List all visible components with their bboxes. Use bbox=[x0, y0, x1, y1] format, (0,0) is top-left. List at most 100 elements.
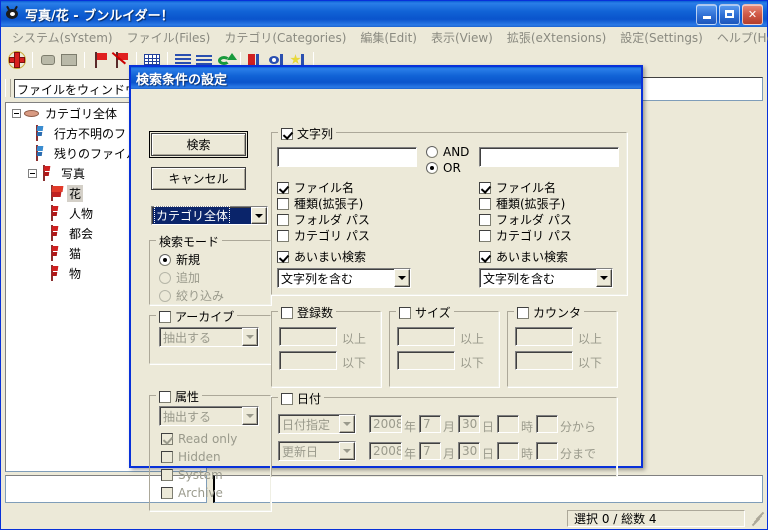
date-hour-input-1[interactable] bbox=[497, 415, 519, 433]
menu-item-system[interactable]: システム(sYstem) bbox=[5, 27, 120, 48]
menu-item-edit[interactable]: 編集(Edit) bbox=[353, 27, 424, 48]
menu-item-help[interactable]: ヘルプ(Help) bbox=[710, 27, 768, 48]
left-match-select[interactable]: 文字列を含む bbox=[277, 268, 411, 288]
size-checkbox[interactable] bbox=[399, 306, 411, 319]
counter-min-label: 以上 bbox=[578, 332, 603, 346]
radio-mode-add[interactable]: 追加 bbox=[159, 269, 200, 286]
toolbar-grip[interactable] bbox=[5, 79, 11, 97]
radio-operator-or[interactable]: OR bbox=[426, 161, 461, 175]
checkbox-right-category-path[interactable]: カテゴリ パス bbox=[479, 227, 572, 244]
menu-item-settings[interactable]: 設定(Settings) bbox=[613, 27, 710, 48]
date-minute-input-2[interactable] bbox=[536, 442, 558, 460]
chevron-down-icon[interactable] bbox=[339, 442, 355, 460]
menu-item-extensions[interactable]: 拡張(eXtensions) bbox=[500, 27, 613, 48]
tree-item-label: 物 bbox=[69, 266, 82, 281]
checkbox-right-extension[interactable]: 種類(拡張子) bbox=[479, 195, 565, 212]
date-month-input-2[interactable]: 7 bbox=[419, 442, 441, 460]
counter-checkbox[interactable] bbox=[517, 306, 529, 319]
checkbox-label: あいまい検索 bbox=[496, 250, 569, 264]
size-min-input[interactable] bbox=[397, 327, 455, 346]
checkbox-hidden[interactable]: Hidden bbox=[161, 450, 221, 464]
minimize-button[interactable] bbox=[696, 3, 717, 25]
expander-minus-icon[interactable] bbox=[28, 168, 37, 178]
checkbox-left-folder-path[interactable]: フォルダ パス bbox=[277, 211, 370, 228]
string-checkbox[interactable] bbox=[281, 127, 293, 140]
window-title: 写真/花 - ブンルイダー！ bbox=[25, 8, 174, 24]
checkbox-system[interactable]: System bbox=[161, 468, 223, 482]
tree-item-label: 残りのファイル bbox=[54, 146, 139, 161]
chevron-down-icon[interactable] bbox=[251, 207, 267, 224]
close-icon: ✕ bbox=[747, 7, 758, 21]
checkbox-left-filename[interactable]: ファイル名 bbox=[277, 179, 354, 196]
checkbox-icon bbox=[479, 213, 491, 226]
file-list-panel[interactable] bbox=[213, 475, 763, 503]
radio-icon bbox=[159, 253, 171, 266]
search-text-left-input[interactable] bbox=[277, 147, 417, 167]
radio-mode-new[interactable]: 新規 bbox=[159, 251, 200, 268]
size-max-input[interactable] bbox=[397, 351, 455, 370]
checkbox-read-only[interactable]: Read only bbox=[161, 432, 237, 446]
string-group-title: 文字列 bbox=[278, 125, 337, 142]
red-cross-add-icon[interactable] bbox=[7, 50, 27, 70]
checkbox-label: 種類(拡張子) bbox=[496, 197, 566, 211]
date-type-select-2[interactable]: 更新日 bbox=[278, 441, 356, 461]
checkbox-icon bbox=[479, 250, 491, 263]
gray-shape-icon[interactable] bbox=[59, 50, 79, 70]
radio-operator-and[interactable]: AND bbox=[426, 145, 469, 159]
expander-minus-icon[interactable] bbox=[12, 108, 21, 118]
count-max-input[interactable] bbox=[279, 351, 337, 370]
date-checkbox[interactable] bbox=[281, 392, 293, 405]
menu-item-categories[interactable]: カテゴリ(Categories) bbox=[217, 27, 353, 48]
date-minute-input-1[interactable] bbox=[536, 415, 558, 433]
archive-checkbox[interactable] bbox=[159, 310, 171, 323]
radio-icon bbox=[426, 162, 438, 174]
checkbox-left-category-path[interactable]: カテゴリ パス bbox=[277, 227, 370, 244]
menu-item-files[interactable]: ファイル(Files) bbox=[120, 27, 218, 48]
counter-min-input[interactable] bbox=[515, 327, 573, 346]
count-min-input[interactable] bbox=[279, 327, 337, 346]
search-text-right-input[interactable] bbox=[479, 147, 619, 167]
chevron-down-icon[interactable] bbox=[596, 269, 612, 287]
gray-tag-icon[interactable] bbox=[38, 50, 58, 70]
red-flag-delete-icon[interactable] bbox=[111, 50, 131, 70]
right-match-select[interactable]: 文字列を含む bbox=[479, 268, 613, 288]
date-year-input-2[interactable]: 2008 bbox=[369, 442, 402, 460]
date-month-label-1: 月 bbox=[443, 420, 456, 434]
chevron-down-icon[interactable] bbox=[242, 328, 258, 346]
chevron-down-icon[interactable] bbox=[242, 407, 258, 425]
checkbox-left-extension[interactable]: 種類(拡張子) bbox=[277, 195, 363, 212]
date-month-input-1[interactable]: 7 bbox=[419, 415, 441, 433]
archive-select[interactable]: 抽出する bbox=[159, 327, 259, 347]
checkbox-label: ファイル名 bbox=[294, 181, 355, 195]
size-min-label: 以上 bbox=[460, 332, 485, 346]
checkbox-archive-attr[interactable]: Archive bbox=[161, 486, 223, 500]
attributes-checkbox[interactable] bbox=[159, 390, 171, 403]
date-day-input-2[interactable]: 30 bbox=[458, 442, 480, 460]
counter-max-input[interactable] bbox=[515, 351, 573, 370]
menu-item-view[interactable]: 表示(View) bbox=[424, 27, 500, 48]
attributes-select[interactable]: 抽出する bbox=[159, 406, 259, 426]
resize-grip-icon[interactable] bbox=[749, 511, 765, 527]
dialog-title-bar: 検索条件の設定 bbox=[131, 67, 641, 89]
close-button[interactable]: ✕ bbox=[742, 3, 763, 25]
checkbox-left-fuzzy-search[interactable]: あいまい検索 bbox=[277, 248, 366, 265]
maximize-button[interactable] bbox=[719, 3, 740, 25]
cancel-button[interactable]: キャンセル bbox=[151, 167, 246, 190]
date-type-select-1[interactable]: 日付指定 bbox=[278, 414, 356, 434]
chevron-down-icon[interactable] bbox=[339, 415, 355, 433]
checkbox-right-filename[interactable]: ファイル名 bbox=[479, 179, 556, 196]
checkbox-icon bbox=[277, 197, 289, 210]
red-flag-icon bbox=[48, 245, 63, 261]
date-year-input-1[interactable]: 2008 bbox=[369, 415, 402, 433]
counter-group bbox=[507, 311, 617, 387]
date-hour-input-2[interactable] bbox=[497, 442, 519, 460]
count-checkbox[interactable] bbox=[281, 306, 293, 319]
date-day-input-1[interactable]: 30 bbox=[458, 415, 480, 433]
chevron-down-icon[interactable] bbox=[394, 269, 410, 287]
search-button[interactable]: 検索 bbox=[149, 131, 248, 158]
checkbox-right-fuzzy-search[interactable]: あいまい検索 bbox=[479, 248, 568, 265]
red-flag-icon[interactable] bbox=[90, 50, 110, 70]
radio-mode-refine[interactable]: 絞り込み bbox=[159, 287, 224, 304]
category-select[interactable]: カテゴリ全体 bbox=[151, 206, 268, 225]
checkbox-right-folder-path[interactable]: フォルダ パス bbox=[479, 211, 572, 228]
